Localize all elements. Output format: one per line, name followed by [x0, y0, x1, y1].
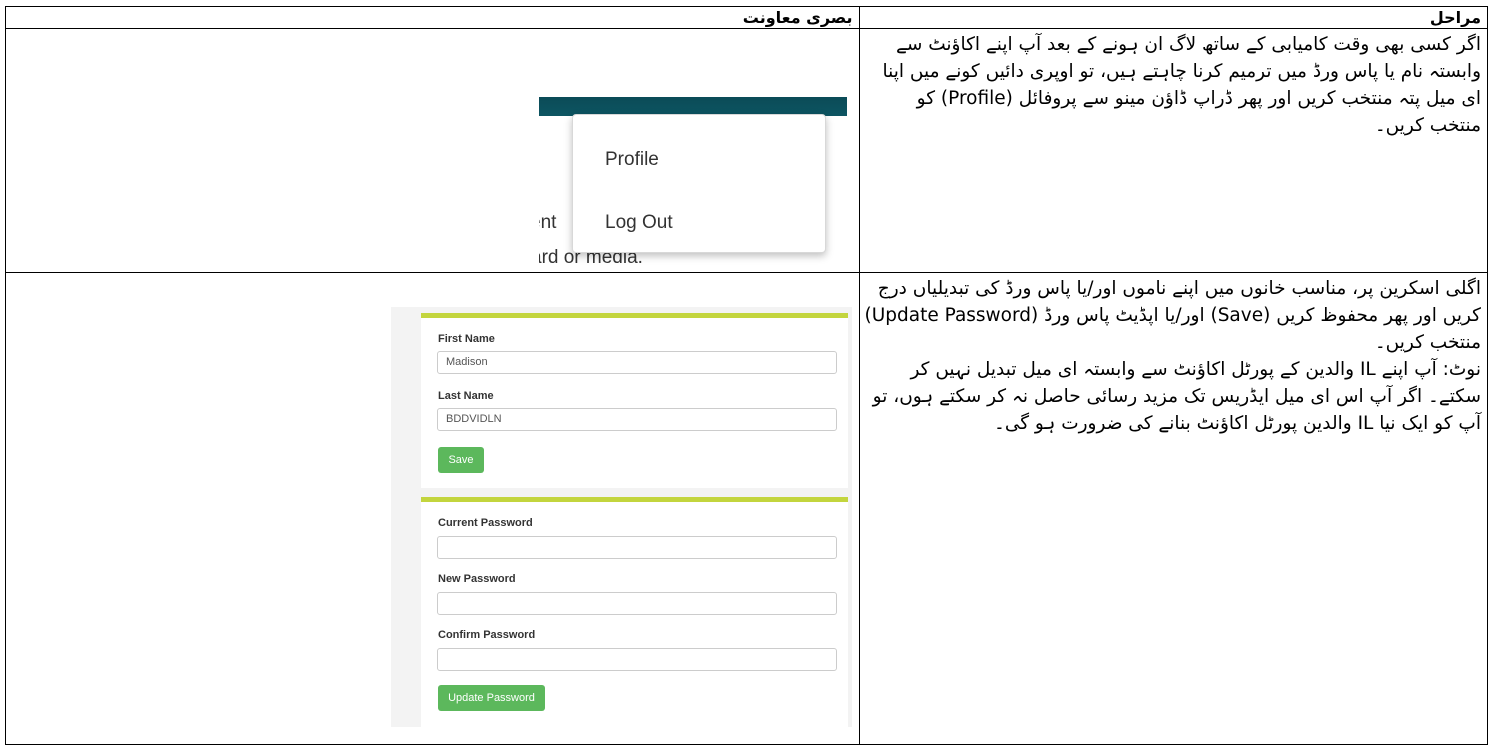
header-cell-steps: مراحل	[858, 6, 1489, 29]
background-text-fragment: ent	[539, 212, 557, 233]
update-password-button[interactable]: Update Password	[438, 685, 545, 711]
visual-cell-1: ent ard or media. Profile Log Out	[5, 28, 860, 273]
step-1-text: اگر کسی بھی وقت کامیابی کے ساتھ لاگ ان ہ…	[882, 34, 1481, 136]
user-dropdown-menu: Profile Log Out	[572, 114, 826, 253]
profile-panel: First Name Madison Last Name BDDVIDLN Sa…	[421, 313, 848, 488]
step-2-note: نوٹ: آپ اپنے IL والدین کے پورٹل اکاؤنٹ س…	[872, 359, 1481, 434]
current-password-label: Current Password	[438, 517, 533, 529]
confirm-password-field[interactable]	[437, 648, 837, 671]
table-row: ent ard or media. Profile Log Out اگر کس…	[5, 28, 1489, 273]
last-name-field[interactable]: BDDVIDLN	[437, 408, 837, 431]
password-panel: Current Password New Password Confirm Pa…	[421, 497, 848, 727]
step-cell-1: اگر کسی بھی وقت کامیابی کے ساتھ لاگ ان ہ…	[858, 28, 1489, 273]
table-header-row: بصری معاونت مراحل	[5, 6, 1489, 29]
document-page: بصری معاونت مراحل ent ard or media. Prof…	[0, 0, 1492, 745]
profile-form-screenshot: First Name Madison Last Name BDDVIDLN Sa…	[391, 307, 852, 727]
first-name-label: First Name	[438, 333, 495, 345]
visual-cell-2: First Name Madison Last Name BDDVIDLN Sa…	[5, 272, 860, 745]
first-name-field[interactable]: Madison	[437, 351, 837, 374]
save-button[interactable]: Save	[438, 447, 484, 473]
current-password-field[interactable]	[437, 536, 837, 559]
menu-item-log-out[interactable]: Log Out	[605, 212, 673, 234]
dropdown-screenshot: ent ard or media. Profile Log Out	[539, 97, 847, 270]
first-name-value: Madison	[446, 356, 488, 368]
last-name-value: BDDVIDLN	[446, 413, 502, 425]
step-cell-2: اگلی اسکرین پر، مناسب خانوں میں اپنے نام…	[858, 272, 1489, 745]
last-name-label: Last Name	[438, 390, 494, 402]
table-row: First Name Madison Last Name BDDVIDLN Sa…	[5, 272, 1489, 745]
header-cell-visual-aid: بصری معاونت	[5, 6, 860, 29]
header-steps: مراحل	[1429, 8, 1481, 27]
instructions-table: بصری معاونت مراحل ent ard or media. Prof…	[5, 6, 1489, 745]
new-password-label: New Password	[438, 573, 516, 585]
header-visual-aid: بصری معاونت	[742, 8, 853, 27]
confirm-password-label: Confirm Password	[438, 629, 536, 641]
menu-item-profile[interactable]: Profile	[605, 149, 659, 171]
new-password-field[interactable]	[437, 592, 837, 615]
step-2-text: اگلی اسکرین پر، مناسب خانوں میں اپنے نام…	[864, 278, 1481, 353]
